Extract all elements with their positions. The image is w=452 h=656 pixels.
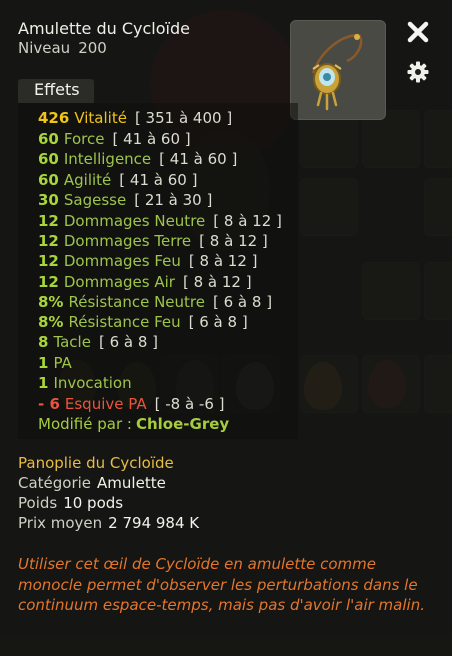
price-label: Prix moyen [18, 514, 103, 532]
item-name: Amulette du Cycloïde [18, 19, 190, 38]
item-description: Utiliser cet œil de Cycloïde en amulette… [18, 555, 425, 614]
effect-vitality: 426 Vitalité[ 351 à 400 ] [38, 109, 233, 127]
modified-by-label: Modifié par : [38, 415, 132, 433]
level-label: Niveau [18, 39, 71, 57]
effects-list: 426 Vitalité[ 351 à 400 ] 60 Force[ 41 à 6… [18, 103, 298, 439]
item-image-frame [290, 20, 386, 120]
close-button[interactable] [404, 18, 432, 46]
price-value: 2 794 984 K [108, 514, 200, 532]
tab-effects[interactable]: Effets [18, 79, 94, 103]
amulet-icon [311, 33, 363, 111]
effect-fire-damage: 12 Dommages Feu[ 8 à 12 ] [38, 252, 258, 270]
effect-lock: 8 Tacle[ 6 à 8 ] [38, 333, 159, 351]
weight-row: Poids 10 pods [18, 494, 123, 512]
effect-air-damage: 12 Dommages Air[ 8 à 12 ] [38, 273, 252, 291]
item-level: Niveau 200 [18, 39, 107, 57]
level-value: 200 [78, 39, 107, 57]
effect-wisdom: 30 Sagesse[ 21 à 30 ] [38, 191, 213, 209]
effect-neutral-resistance: 8% Résistance Neutre[ 6 à 8 ] [38, 293, 273, 311]
set-name-link[interactable]: Panoplie du Cycloïde [18, 454, 174, 472]
effect-fire-resistance: 8% Résistance Feu[ 6 à 8 ] [38, 313, 248, 331]
category-value: Amulette [97, 474, 166, 492]
effect-intelligence: 60 Intelligence[ 41 à 60 ] [38, 150, 238, 168]
effect-ap: 1 PA [38, 354, 72, 372]
weight-label: Poids [18, 494, 58, 512]
modified-by: Modifié par : Chloe-Grey [38, 414, 229, 434]
effect-agility: 60 Agilité[ 41 à 60 ] [38, 171, 198, 189]
category-row: Catégorie Amulette [18, 474, 166, 492]
modified-by-name: Chloe-Grey [135, 415, 230, 433]
gear-icon [407, 61, 429, 83]
effect-neutral-damage: 12 Dommages Neutre[ 8 à 12 ] [38, 212, 282, 230]
price-row: Prix moyen 2 794 984 K [18, 514, 199, 532]
effect-earth-damage: 12 Dommages Terre[ 8 à 12 ] [38, 232, 268, 250]
weight-value: 10 pods [63, 494, 124, 512]
close-icon [407, 21, 429, 43]
effect-strength: 60 Force[ 41 à 60 ] [38, 130, 191, 148]
settings-button[interactable] [406, 60, 430, 84]
category-label: Catégorie [18, 474, 92, 492]
tab-effects-label: Effets [34, 80, 80, 99]
item-tooltip: Amulette du Cycloïde Niveau 200 Effets 4… [0, 0, 452, 656]
effect-ap-dodge: - 6 Esquive PA[ -8 à -6 ] [38, 395, 225, 413]
effect-summon: 1 Invocation [38, 374, 132, 392]
